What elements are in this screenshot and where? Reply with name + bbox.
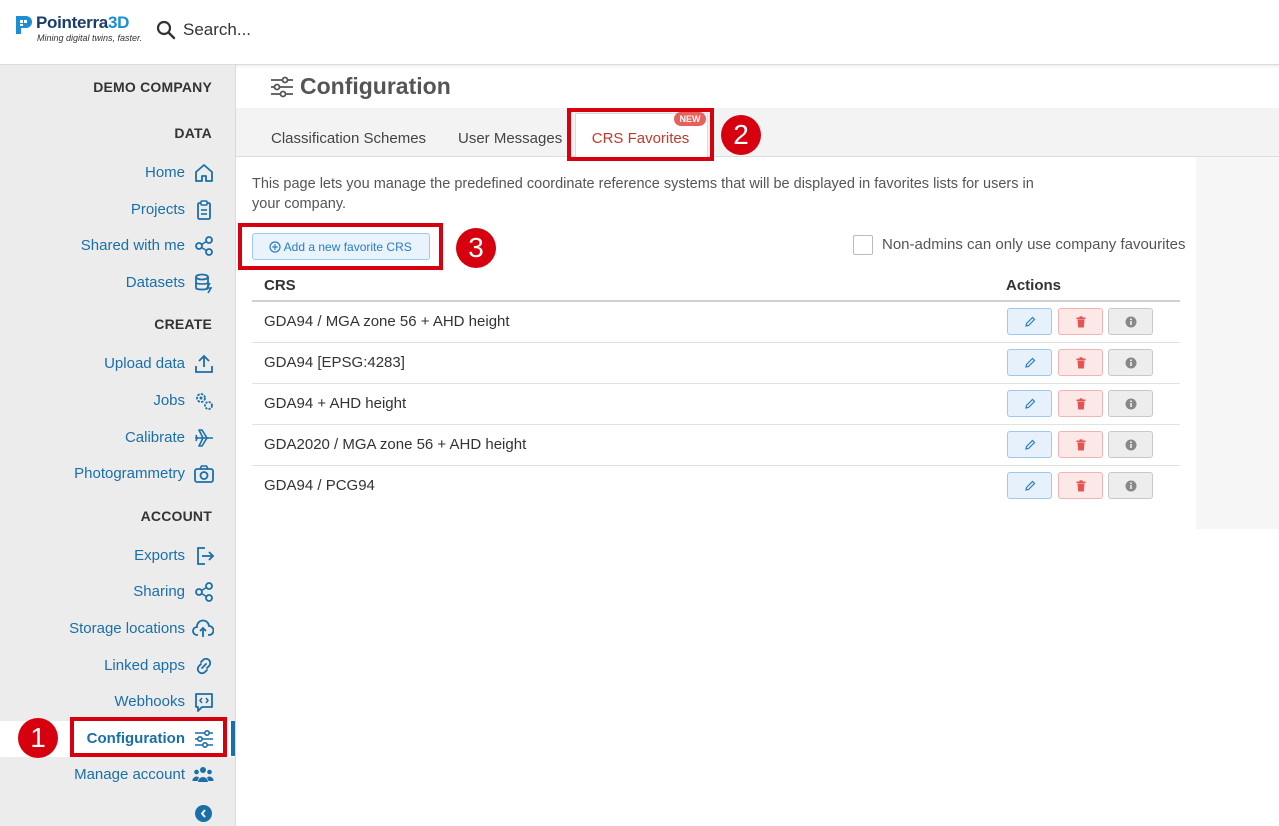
- edit-button[interactable]: [1007, 390, 1052, 417]
- sidebar-item-datasets[interactable]: Datasets: [126, 274, 185, 291]
- export-icon[interactable]: [193, 545, 215, 567]
- page-title: Configuration: [300, 73, 451, 99]
- sidebar-item-projects[interactable]: Projects: [131, 201, 185, 218]
- chevron-left-icon: [200, 809, 206, 818]
- webhook-icon[interactable]: [193, 691, 215, 713]
- info-icon: [1125, 398, 1136, 409]
- info-button[interactable]: [1108, 349, 1153, 376]
- sidebar-item-storage-locations[interactable]: Storage locations: [69, 620, 185, 637]
- info-icon: [1125, 480, 1136, 491]
- edit-button[interactable]: [1007, 472, 1052, 499]
- sidebar-item-shared-with-me[interactable]: Shared with me: [81, 237, 185, 254]
- pencil-icon: [1024, 439, 1035, 450]
- sidebar-item-exports[interactable]: Exports: [134, 547, 185, 564]
- sidebar-item-calibrate[interactable]: Calibrate: [125, 429, 185, 446]
- info-icon: [1125, 316, 1136, 327]
- trash-icon: [1076, 397, 1085, 409]
- gears-icon[interactable]: [193, 390, 215, 412]
- trash-icon: [1076, 438, 1085, 450]
- row-divider: [252, 383, 1180, 384]
- logo-suffix: 3D: [107, 13, 130, 32]
- delete-button[interactable]: [1058, 472, 1103, 499]
- table-row-crs: GDA94 [EPSG:4283]: [264, 354, 405, 371]
- sidebar-item-webhooks[interactable]: Webhooks: [114, 693, 185, 710]
- edit-button[interactable]: [1007, 431, 1052, 458]
- sidebar-active-indicator: [231, 721, 235, 756]
- share-icon[interactable]: [193, 235, 215, 257]
- info-icon: [1125, 439, 1136, 450]
- link-icon[interactable]: [193, 655, 215, 677]
- info-button[interactable]: [1108, 390, 1153, 417]
- delete-button[interactable]: [1058, 349, 1103, 376]
- callout-number-2: 2: [721, 115, 761, 155]
- sidebar-item-upload-data[interactable]: Upload data: [104, 355, 185, 372]
- sidebar-item-manage-account[interactable]: Manage account: [74, 766, 185, 783]
- sidebar-item-jobs[interactable]: Jobs: [153, 392, 185, 409]
- home-icon[interactable]: [193, 162, 215, 184]
- users-icon[interactable]: [192, 764, 214, 786]
- delete-button[interactable]: [1058, 308, 1103, 335]
- collapse-sidebar-button[interactable]: [195, 805, 212, 822]
- table-row-crs: GDA94 / PCG94: [264, 477, 375, 494]
- company-name: DEMO COMPANY: [93, 79, 212, 95]
- row-divider: [252, 342, 1180, 343]
- pointerra-logo-icon[interactable]: [14, 14, 34, 36]
- trash-icon: [1076, 479, 1085, 491]
- clipboard-icon[interactable]: [193, 199, 215, 221]
- edit-button[interactable]: [1007, 308, 1052, 335]
- sliders-icon: [271, 76, 293, 98]
- sidebar-item-photogrammetry[interactable]: Photogrammetry: [74, 465, 185, 482]
- upload-icon[interactable]: [193, 353, 215, 375]
- share-icon[interactable]: [193, 581, 215, 603]
- database-icon[interactable]: [193, 272, 215, 294]
- delete-button[interactable]: [1058, 431, 1103, 458]
- table-header-divider: [252, 300, 1180, 302]
- camera-icon[interactable]: [193, 463, 215, 485]
- edit-button[interactable]: [1007, 349, 1052, 376]
- pencil-icon: [1024, 357, 1035, 368]
- cloud-upload-icon[interactable]: [192, 618, 214, 640]
- trash-icon: [1076, 315, 1085, 327]
- section-heading-account: ACCOUNT: [140, 508, 212, 524]
- delete-button[interactable]: [1058, 390, 1103, 417]
- table-row-crs: GDA94 / MGA zone 56 + AHD height: [264, 313, 510, 330]
- tab-user-messages[interactable]: User Messages: [458, 130, 562, 147]
- tab-classification-schemes[interactable]: Classification Schemes: [271, 130, 426, 147]
- section-heading-create: CREATE: [154, 316, 212, 332]
- info-button[interactable]: [1108, 308, 1153, 335]
- checkbox-label: Non-admins can only use company favourit…: [882, 236, 1186, 253]
- section-heading-data: DATA: [174, 125, 212, 141]
- callout-box-1: [70, 717, 227, 757]
- non-admins-favourites-checkbox[interactable]: [853, 235, 873, 255]
- search-icon[interactable]: [156, 20, 176, 40]
- row-divider: [252, 465, 1180, 466]
- sidebar-item-linked-apps[interactable]: Linked apps: [104, 657, 185, 674]
- table-row-crs: GDA94 + AHD height: [264, 395, 407, 412]
- info-button[interactable]: [1108, 431, 1153, 458]
- pencil-icon: [1024, 316, 1035, 327]
- row-divider: [252, 424, 1180, 425]
- callout-box-3: [238, 223, 443, 270]
- plane-icon[interactable]: [193, 427, 215, 449]
- logo-tagline: Mining digital twins, faster.: [37, 33, 143, 43]
- callout-box-2: [567, 108, 714, 161]
- pencil-icon: [1024, 480, 1035, 491]
- trash-icon: [1076, 356, 1085, 368]
- side-panel: [1196, 157, 1279, 529]
- sidebar-item-home[interactable]: Home: [145, 164, 185, 181]
- callout-number-1: 1: [18, 718, 58, 758]
- sidebar-item-sharing[interactable]: Sharing: [133, 583, 185, 600]
- callout-number-3: 3: [456, 228, 496, 268]
- info-button[interactable]: [1108, 472, 1153, 499]
- table-row-crs: GDA2020 / MGA zone 56 + AHD height: [264, 436, 527, 453]
- logo-wordmark[interactable]: Pointerra3D: [36, 13, 129, 33]
- pencil-icon: [1024, 398, 1035, 409]
- column-header-crs: CRS: [264, 277, 296, 294]
- info-icon: [1125, 357, 1136, 368]
- search-input[interactable]: Search...: [183, 20, 251, 40]
- logo-name: Pointerra: [36, 13, 108, 32]
- page-description: This page lets you manage the predefined…: [252, 176, 1034, 212]
- column-header-actions: Actions: [1006, 277, 1062, 294]
